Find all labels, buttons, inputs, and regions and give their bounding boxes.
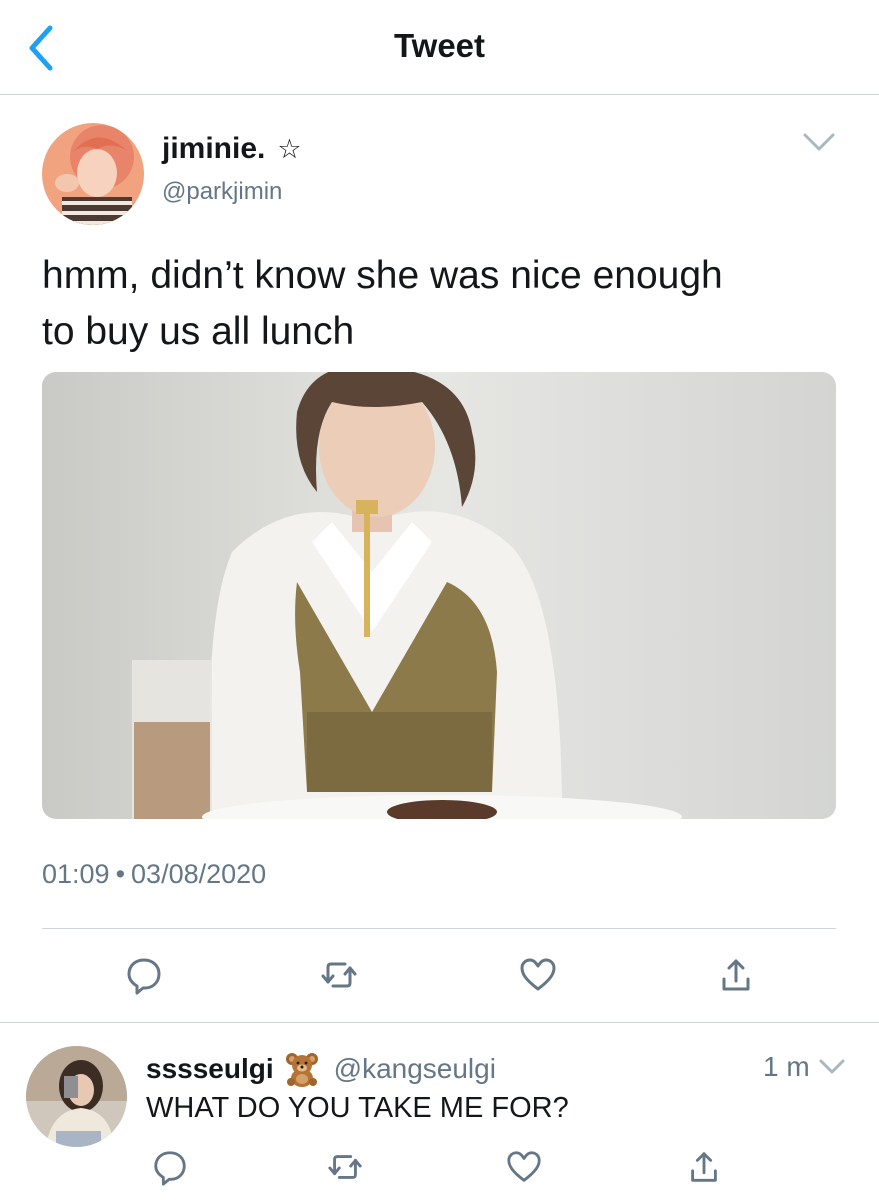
tweet-photo[interactable] (42, 372, 836, 819)
share-icon (691, 1152, 717, 1182)
chevron-down-icon (819, 1059, 845, 1074)
reply-time: 1 m (763, 1051, 810, 1082)
author-name-row: jiminie. ☆ (162, 132, 302, 166)
reply-display-name[interactable]: sssseulgi (146, 1053, 274, 1085)
separator-dot: • (115, 859, 126, 889)
reply-button[interactable] (121, 952, 167, 998)
reply-tweet[interactable]: sssseulgi @kangseulgi 1 m WHAT DO YOU TA… (0, 1024, 879, 1200)
like-button[interactable] (501, 1144, 547, 1190)
tweet-text-line: hmm, didn’t know she was nice enough (42, 254, 723, 297)
star-outline-icon: ☆ (277, 133, 302, 164)
tweet-author: jiminie. ☆ @parkjimin (42, 123, 836, 227)
avatar-image (26, 1046, 127, 1147)
teddy-bear-icon (285, 1053, 318, 1087)
tweet-date: 03/08/2020 (131, 859, 267, 889)
reply-options-button[interactable] (818, 1056, 846, 1078)
retweet-button[interactable] (322, 1144, 368, 1190)
share-button[interactable] (713, 952, 759, 998)
reply-text: WHAT DO YOU TAKE ME FOR? (146, 1092, 569, 1124)
tweet-text: hmm, didn’t know she was nice enough to … (42, 248, 842, 360)
tweet-options-button[interactable] (802, 129, 836, 155)
retweet-icon (321, 962, 357, 988)
navigation-bar: Tweet (0, 0, 879, 95)
section-divider (0, 1022, 879, 1023)
page-title: Tweet (393, 27, 486, 64)
avatar-image (42, 123, 144, 225)
retweet-button[interactable] (316, 952, 362, 998)
tweet-text-line: to buy us all lunch (42, 310, 355, 353)
reply-icon (127, 958, 161, 995)
retweet-icon (328, 1155, 362, 1179)
divider (42, 928, 836, 929)
tweet-timestamp: 01:09 • 03/08/2020 (42, 859, 266, 890)
heart-icon (507, 1151, 541, 1182)
display-name[interactable]: jiminie. (162, 132, 265, 166)
reply-user-handle[interactable]: @kangseulgi (334, 1053, 496, 1085)
chevron-down-icon (803, 133, 835, 151)
reply-icon (154, 1151, 186, 1186)
heart-icon (520, 958, 556, 991)
reply-button[interactable] (147, 1144, 193, 1190)
photo-image (42, 372, 836, 819)
tweet-time: 01:09 (42, 859, 110, 889)
reply-author-row: sssseulgi @kangseulgi (146, 1051, 496, 1087)
avatar[interactable] (42, 123, 144, 225)
like-button[interactable] (515, 952, 561, 998)
share-button[interactable] (681, 1144, 727, 1190)
avatar[interactable] (26, 1046, 127, 1147)
share-icon (722, 959, 750, 991)
user-handle[interactable]: @parkjimin (162, 178, 282, 206)
